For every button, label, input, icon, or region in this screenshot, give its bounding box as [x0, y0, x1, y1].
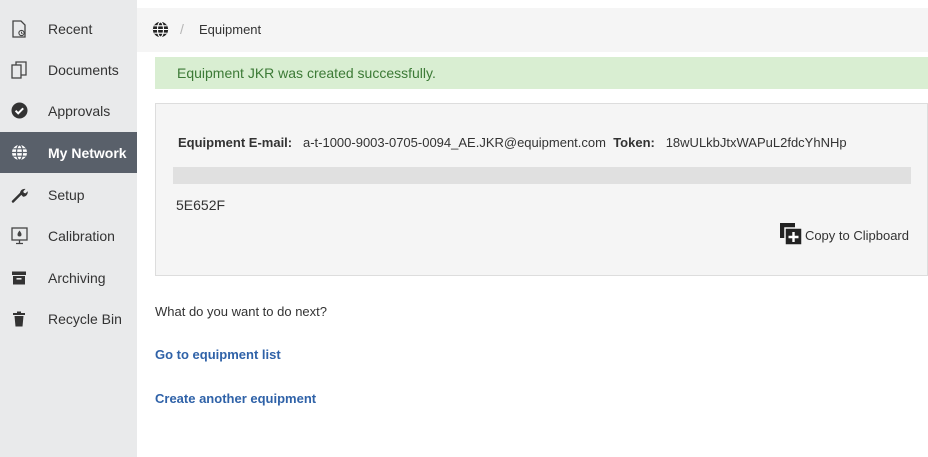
- wrench-icon: [10, 186, 28, 204]
- next-steps-question: What do you want to do next?: [155, 304, 327, 319]
- sidebar-item-label: Approvals: [48, 102, 111, 119]
- sidebar-item-recent[interactable]: Recent: [0, 8, 137, 49]
- trash-icon: [10, 310, 28, 328]
- documents-icon: [10, 60, 28, 79]
- sidebar-item-archiving[interactable]: Archiving: [0, 257, 137, 298]
- copy-to-clipboard-button[interactable]: Copy to Clipboard: [779, 222, 909, 249]
- globe-icon: [10, 144, 28, 162]
- sidebar-item-label: Documents: [48, 61, 119, 78]
- breadcrumb-current: Equipment: [199, 22, 262, 37]
- check-circle-icon: [10, 102, 28, 120]
- sidebar-item-label: Calibration: [48, 227, 115, 244]
- breadcrumb-separator: /: [180, 21, 184, 37]
- sidebar-item-recycle-bin[interactable]: Recycle Bin: [0, 298, 137, 339]
- email-value: a-t-1000-9003-0705-0094_AE.JKR@equipment…: [302, 135, 606, 150]
- go-to-equipment-list-link[interactable]: Go to equipment list: [155, 347, 281, 362]
- sidebar-item-label: My Network: [48, 144, 127, 161]
- credentials-panel: Equipment E-mail: a-t-1000-9003-0705-009…: [155, 103, 928, 276]
- sidebar-item-label: Recycle Bin: [48, 310, 122, 327]
- calibration-icon: [10, 226, 28, 245]
- success-alert: Equipment JKR was created successfully.: [155, 57, 928, 89]
- sidebar-item-label: Recent: [48, 20, 93, 37]
- recent-file-icon: [10, 19, 28, 38]
- credentials-row: Equipment E-mail: a-t-1000-9003-0705-009…: [178, 135, 847, 150]
- divider-bar: [173, 167, 911, 184]
- sidebar-item-calibration[interactable]: Calibration: [0, 215, 137, 256]
- token-label: Token:: [613, 135, 655, 150]
- sidebar-item-label: Setup: [48, 186, 85, 203]
- verification-code: 5E652F: [176, 197, 226, 213]
- sidebar-item-my-network[interactable]: My Network: [0, 132, 137, 173]
- app: Recent Documents Approvals My Network Se…: [0, 0, 928, 457]
- email-label: Equipment E-mail:: [178, 135, 293, 150]
- sidebar-item-label: Archiving: [48, 269, 106, 286]
- sidebar: Recent Documents Approvals My Network Se…: [0, 0, 137, 457]
- breadcrumb: / Equipment: [137, 8, 928, 52]
- sidebar-item-documents[interactable]: Documents: [0, 49, 137, 90]
- token-value: 18wULkbJtxWAPuL2fdcYhNHp: [665, 135, 847, 150]
- archive-icon: [10, 269, 28, 287]
- globe-icon[interactable]: [152, 21, 169, 38]
- copy-label: Copy to Clipboard: [804, 227, 909, 243]
- create-another-equipment-link[interactable]: Create another equipment: [155, 391, 316, 406]
- copy-icon: [779, 222, 803, 249]
- sidebar-item-approvals[interactable]: Approvals: [0, 90, 137, 131]
- sidebar-item-setup[interactable]: Setup: [0, 174, 137, 215]
